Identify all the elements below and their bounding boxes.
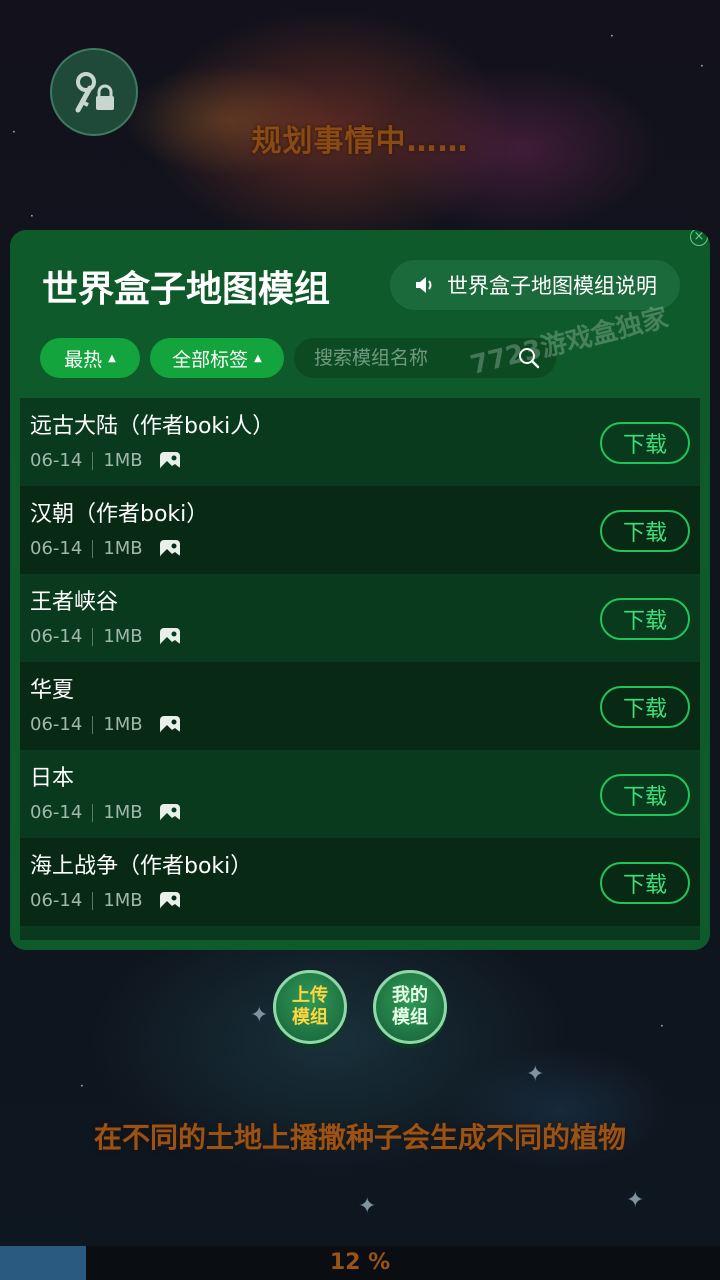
mod-date: 06-14 <box>30 802 83 823</box>
divider <box>92 627 94 646</box>
panel-title: 世界盒子地图模组 <box>42 269 331 310</box>
search-icon[interactable] <box>517 346 541 370</box>
mod-meta: 06-14 1MB <box>30 890 181 911</box>
mod-date: 06-14 <box>30 538 83 559</box>
mod-name: 华夏 <box>30 678 75 703</box>
tags-dropdown[interactable]: 全部标签 ▲ <box>150 338 284 378</box>
image-preview-icon[interactable] <box>159 715 181 735</box>
mod-size: 1MB <box>103 714 143 735</box>
mod-meta: 06-14 1MB <box>30 714 181 735</box>
mod-meta: 06-14 1MB <box>30 802 181 823</box>
mod-name: 王者峡谷 <box>30 590 119 615</box>
image-preview-icon[interactable] <box>159 451 181 471</box>
mod-name: 汉朝（作者boki） <box>30 502 209 527</box>
list-item[interactable]: 海上战争（作者boki） 06-14 1MB 下载 <box>20 838 700 926</box>
mod-size: 1MB <box>103 626 143 647</box>
download-button[interactable]: 下载 <box>600 510 690 552</box>
mod-name: 海上战争（作者boki） <box>30 854 253 879</box>
tags-label: 全部标签 <box>172 348 249 371</box>
key-lock-icon <box>75 72 114 113</box>
star-icon: ✦ <box>250 1003 269 1028</box>
list-item[interactable] <box>20 926 700 940</box>
image-preview-icon[interactable] <box>159 803 181 823</box>
image-preview-icon[interactable] <box>159 891 181 911</box>
mod-size: 1MB <box>103 890 143 911</box>
loading-progress-bar: 12 % <box>0 1246 720 1280</box>
mod-name: 日本 <box>30 766 75 791</box>
list-item[interactable]: 远古大陆（作者boki人） 06-14 1MB 下载 <box>20 398 700 486</box>
mine-label-line2: 模组 <box>392 1007 428 1028</box>
divider <box>92 539 94 558</box>
mod-name: 远古大陆（作者boki人） <box>30 414 275 439</box>
star-icon: · <box>30 209 34 223</box>
mod-date: 06-14 <box>30 626 83 647</box>
progress-label: 12 % <box>329 1250 391 1275</box>
star-icon: · <box>700 59 704 73</box>
star-icon: · <box>80 1079 84 1093</box>
sort-hot-dropdown[interactable]: 最热 ▲ <box>40 338 140 378</box>
divider <box>92 803 94 822</box>
upload-label-line2: 模组 <box>292 1007 328 1028</box>
upload-mod-button[interactable]: 上传 模组 <box>273 970 347 1044</box>
download-button[interactable]: 下载 <box>600 862 690 904</box>
image-preview-icon[interactable] <box>159 627 181 647</box>
mod-list: 远古大陆（作者boki人） 06-14 1MB 下载 汉朝（作者boki） 06-… <box>20 398 700 940</box>
mod-description-label: 世界盒子地图模组说明 <box>447 274 657 298</box>
loading-status-text: 规划事情中…… <box>251 124 469 159</box>
search-box[interactable] <box>294 338 556 378</box>
mod-size: 1MB <box>103 538 143 559</box>
loading-tip: 在不同的土地上播撒种子会生成不同的植物 <box>93 1121 626 1154</box>
star-icon: ✦ <box>358 1194 377 1219</box>
star-icon: ✦ <box>626 1188 645 1213</box>
divider <box>92 715 94 734</box>
divider <box>92 451 94 470</box>
sort-label: 最热 <box>64 348 103 371</box>
mod-meta: 06-14 1MB <box>30 538 181 559</box>
mod-size: 1MB <box>103 450 143 471</box>
divider <box>92 891 94 910</box>
list-item[interactable]: 王者峡谷 06-14 1MB 下载 <box>20 574 700 662</box>
mod-meta: 06-14 1MB <box>30 626 181 647</box>
my-mods-button[interactable]: 我的 模组 <box>373 970 447 1044</box>
mod-date: 06-14 <box>30 890 83 911</box>
upload-label-line1: 上传 <box>292 985 328 1006</box>
list-item[interactable]: 汉朝（作者boki） 06-14 1MB 下载 <box>20 486 700 574</box>
mod-description-button[interactable]: 世界盒子地图模组说明 <box>390 260 680 310</box>
close-icon[interactable]: × <box>690 230 708 246</box>
speaker-icon <box>416 277 432 293</box>
download-button[interactable]: 下载 <box>600 774 690 816</box>
image-preview-icon[interactable] <box>159 539 181 559</box>
map-mod-panel: × 世界盒子地图模组 世界盒子地图模组说明 最热 ▲ 全部标签 ▲ 远古大陆（作… <box>10 230 710 950</box>
mod-size: 1MB <box>103 802 143 823</box>
mod-date: 06-14 <box>30 714 83 735</box>
search-input[interactable] <box>314 347 509 369</box>
mod-date: 06-14 <box>30 450 83 471</box>
star-icon: · <box>660 1019 664 1033</box>
star-icon: · <box>610 29 614 43</box>
triangle-up-icon: ▲ <box>254 352 262 364</box>
download-button[interactable]: 下载 <box>600 686 690 728</box>
triangle-up-icon: ▲ <box>108 352 116 364</box>
download-button[interactable]: 下载 <box>600 422 690 464</box>
download-button[interactable]: 下载 <box>600 598 690 640</box>
list-item[interactable]: 华夏 06-14 1MB 下载 <box>20 662 700 750</box>
mod-meta: 06-14 1MB <box>30 450 181 471</box>
mine-label-line1: 我的 <box>392 985 428 1006</box>
list-item[interactable]: 日本 06-14 1MB 下载 <box>20 750 700 838</box>
star-icon: ✦ <box>526 1062 545 1087</box>
